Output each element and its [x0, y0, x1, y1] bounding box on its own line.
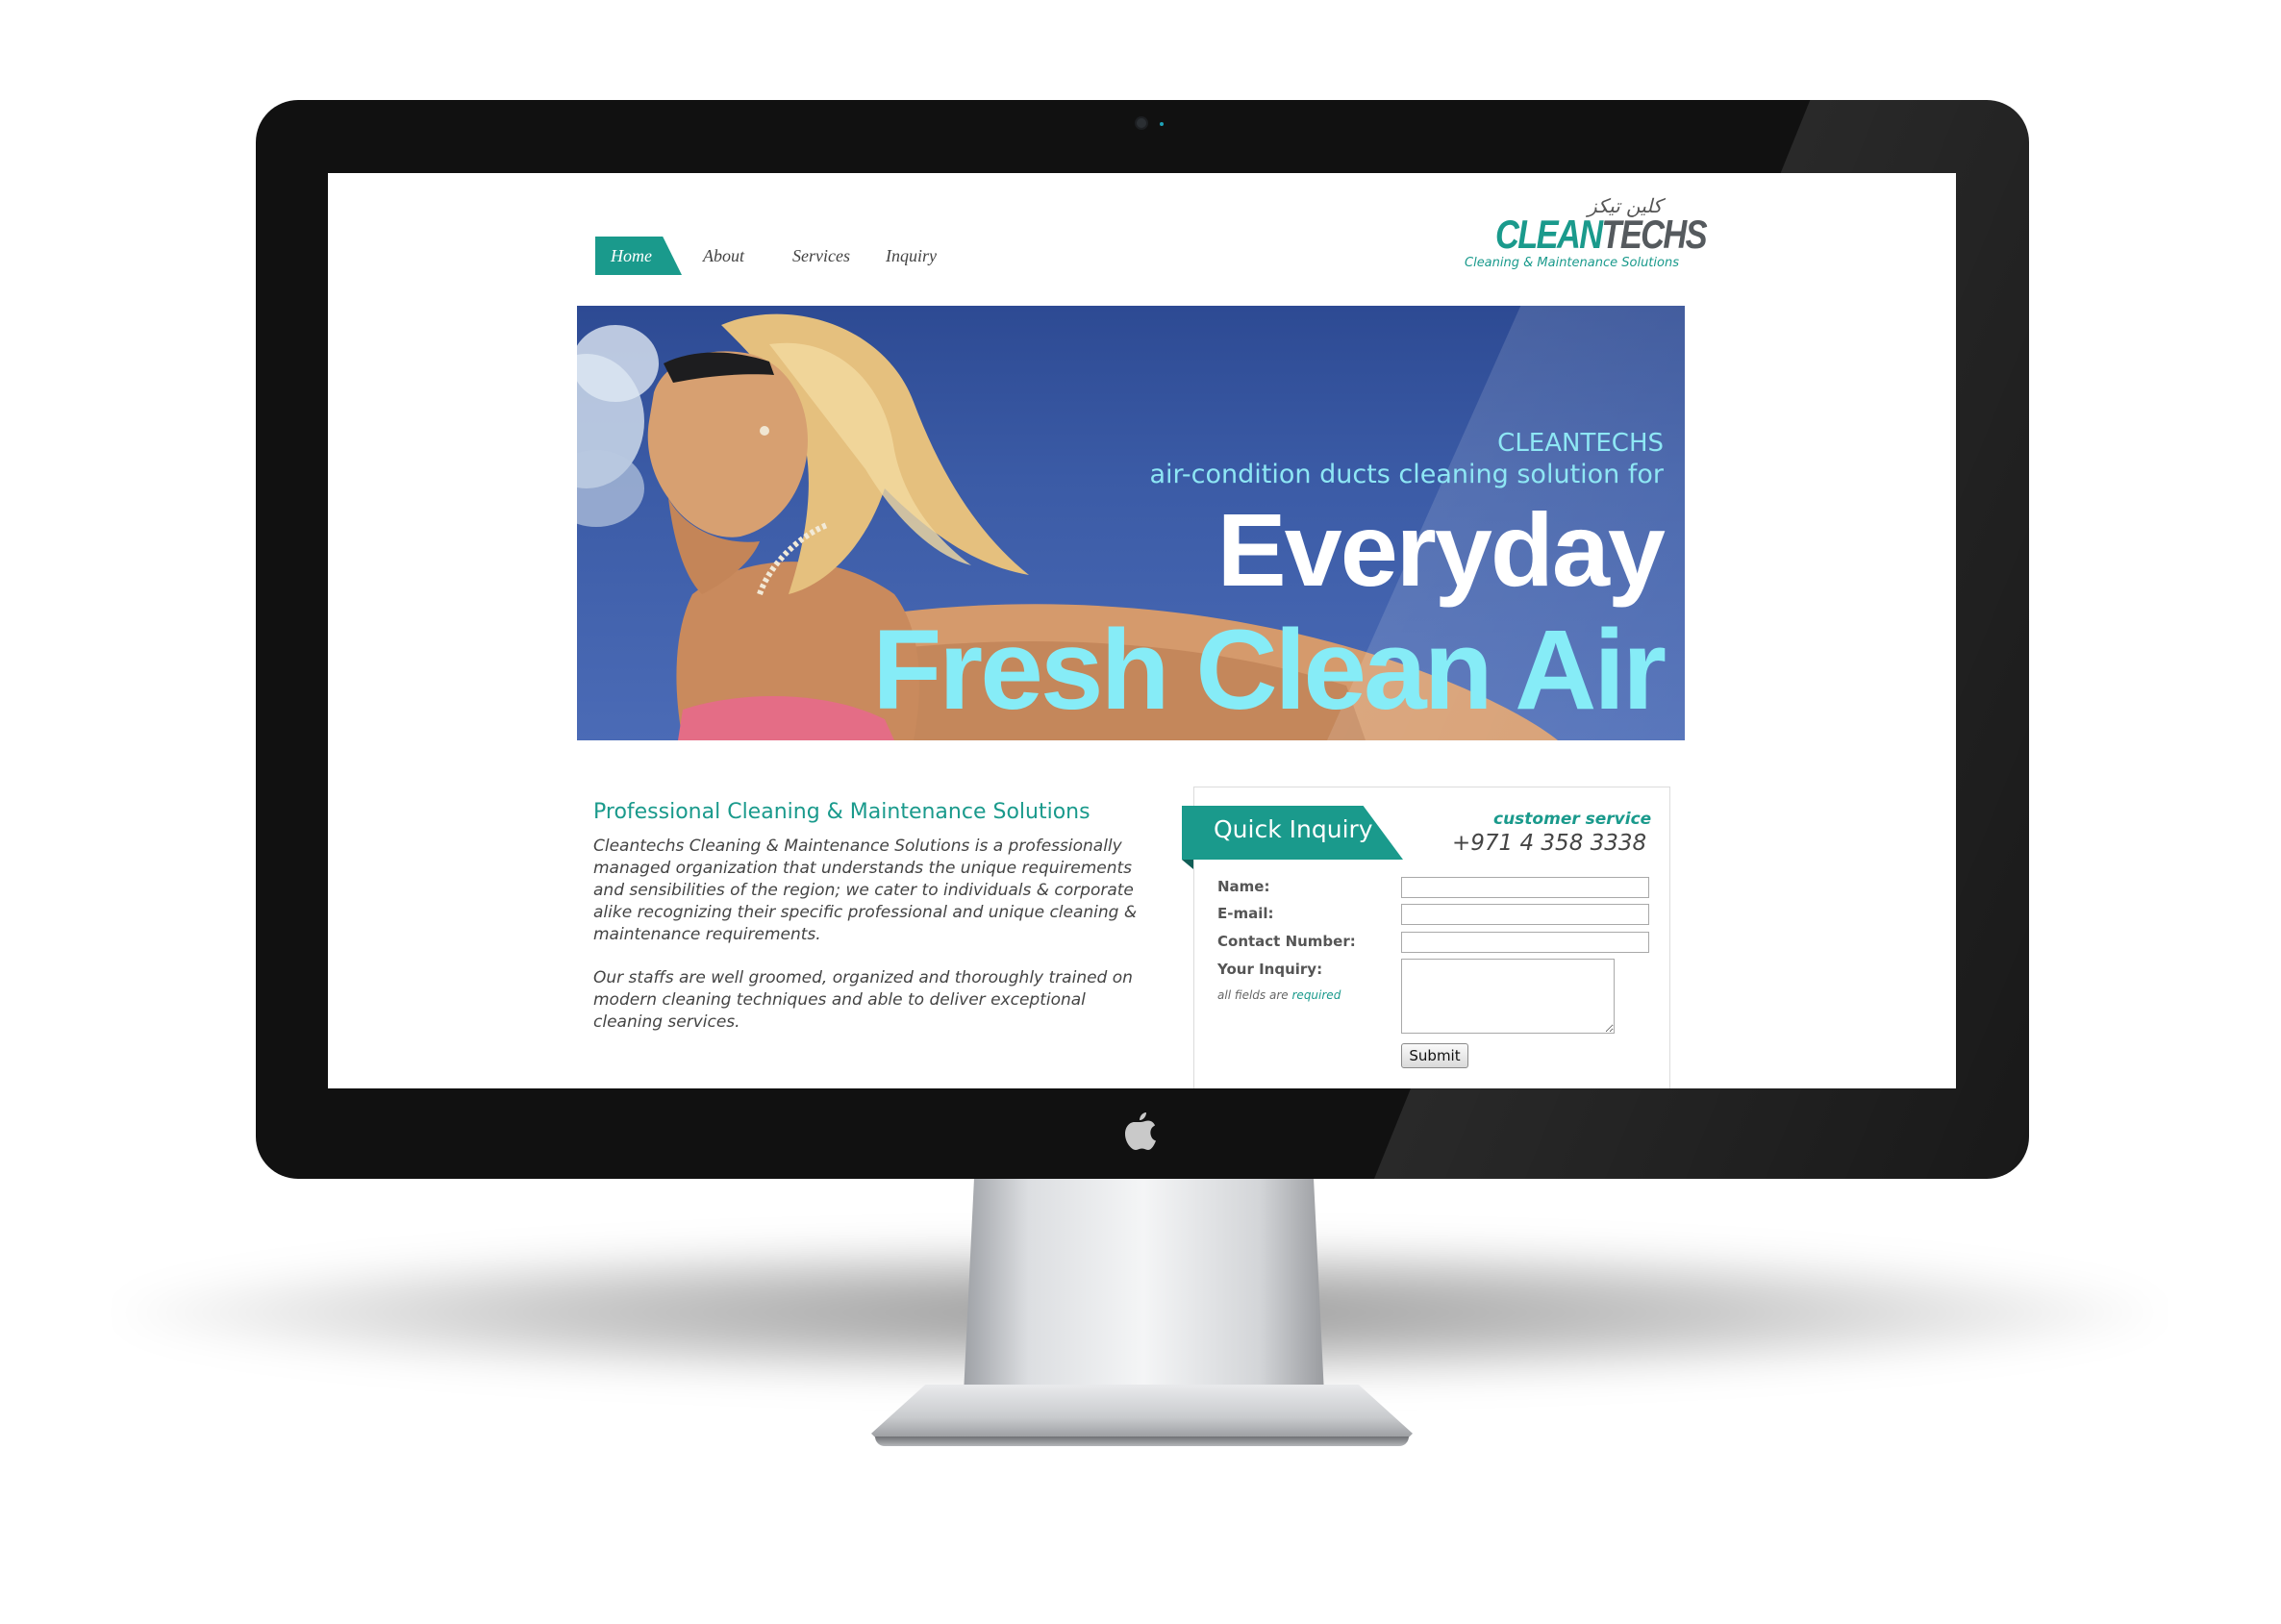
- monitor-stand-base: [871, 1385, 1413, 1444]
- camera-icon: [1137, 118, 1146, 128]
- nav-home-link[interactable]: Home: [595, 237, 682, 275]
- intro-heading: Professional Cleaning & Maintenance Solu…: [593, 800, 1090, 824]
- contact-number-label: Contact Number:: [1217, 933, 1356, 950]
- email-field[interactable]: [1401, 904, 1649, 925]
- nav-inquiry-link[interactable]: Inquiry: [886, 237, 937, 275]
- required-note-prefix: all fields are: [1217, 988, 1289, 1002]
- logo-word-clean: CLEAN: [1495, 212, 1603, 257]
- customer-service-phone: +971 4 358 3338: [1452, 831, 1647, 856]
- hero-subtitle: air-condition ducts cleaning solution fo…: [1149, 460, 1665, 489]
- quick-inquiry-title: Quick Inquiry: [1214, 815, 1373, 843]
- customer-service-label: customer service: [1493, 810, 1652, 829]
- logo-wordmark: CLEANTECHS: [1495, 212, 1708, 258]
- hero-headline-fresh-clean-air: Fresh Clean Air: [872, 607, 1667, 734]
- hero-banner: CLEANTECHS air-condition ducts cleaning …: [577, 306, 1685, 740]
- your-inquiry-textarea[interactable]: [1401, 959, 1615, 1034]
- required-fields-note: all fields are required: [1217, 988, 1341, 1002]
- email-label: E-mail:: [1217, 905, 1274, 922]
- name-label: Name:: [1217, 878, 1270, 895]
- contact-number-field[interactable]: [1401, 932, 1649, 953]
- name-field[interactable]: [1401, 877, 1649, 898]
- submit-button[interactable]: Submit: [1401, 1043, 1468, 1068]
- monitor-stand-base-edge: [875, 1437, 1409, 1446]
- logo-tagline: Cleaning & Maintenance Solutions: [1465, 256, 1679, 270]
- monitor-stand-neck: [964, 1173, 1324, 1394]
- camera-led-icon: [1160, 122, 1164, 126]
- hero-brand-text: CLEANTECHS: [1497, 429, 1664, 458]
- nav-services-link[interactable]: Services: [792, 237, 850, 275]
- hero-headline-everyday: Everyday: [1216, 491, 1666, 608]
- nav-about-link[interactable]: About: [703, 237, 744, 275]
- quick-inquiry-tab-fold: [1182, 860, 1193, 869]
- monitor-screen: Home About Services Inquiry كلين تيكز CL…: [328, 173, 1956, 1088]
- intro-paragraph-1: Cleantechs Cleaning & Maintenance Soluti…: [593, 837, 1138, 944]
- your-inquiry-label: Your Inquiry:: [1217, 961, 1323, 978]
- apple-logo-icon: [1125, 1112, 1156, 1150]
- intro-paragraph-2: Our staffs are well groomed, organized a…: [593, 968, 1133, 1032]
- intro-section: Professional Cleaning & Maintenance Solu…: [593, 800, 1141, 1055]
- logo-word-techs: TECHS: [1601, 212, 1707, 257]
- required-note-word: required: [1291, 988, 1341, 1002]
